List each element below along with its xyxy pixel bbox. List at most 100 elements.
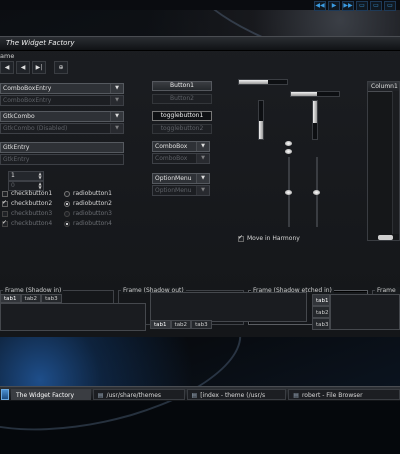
radio[interactable] [64, 190, 70, 197]
gtk-combo-text: GtkCombo [3, 113, 35, 120]
task-label: The Widget Factory [15, 391, 75, 399]
notebook-top-page [0, 303, 146, 331]
toggle-button-1[interactable]: togglebutton1 [152, 111, 212, 121]
scale-knob-2[interactable] [285, 149, 292, 154]
combo-entry[interactable]: ComboBoxEntry ▼ [0, 83, 124, 94]
menu-icon[interactable] [1, 388, 9, 400]
option-menu-text: OptionMenu [155, 175, 192, 182]
radio [64, 210, 70, 217]
radiobutton-1[interactable]: radiobutton1 [64, 190, 112, 197]
radiobutton-label: radiobutton4 [73, 220, 112, 227]
progress-fill [313, 101, 317, 123]
tab-3[interactable]: tab3 [191, 320, 212, 329]
progress-bar-horizontal-2 [290, 91, 340, 97]
checkbutton-label: checkbutton3 [11, 210, 53, 217]
taskbar-item-index-theme[interactable]: ▤ [index - theme (/usr/s [186, 388, 287, 400]
back-icon[interactable]: ◀ [16, 61, 30, 74]
frame-label: Frame (Shadow in) [3, 287, 64, 294]
button-1[interactable]: Button1 [152, 81, 212, 91]
add-icon[interactable]: ⊕ [54, 61, 68, 74]
window-titlebar[interactable]: The Widget Factory [0, 37, 400, 51]
window-title: The Widget Factory [6, 39, 75, 47]
notebook-side-page [330, 294, 400, 330]
spin-value: 0 [11, 182, 15, 189]
tree-view[interactable]: Column1 [367, 81, 400, 241]
progress-bar-horizontal-1 [238, 79, 288, 85]
taskbar-item-themes[interactable]: ▤ /usr/share/themes [92, 388, 185, 400]
widget-factory-window: The Widget Factory ame ◀ ◀ ▶| ⊕ ComboBox… [0, 36, 400, 337]
checkbutton-label: checkbutton2 [11, 200, 53, 207]
checkbutton-label: checkbutton4 [11, 220, 53, 227]
checkbutton-1[interactable]: checkbutton1 [2, 190, 52, 197]
move-in-harmony-label: Move in Harmony [247, 235, 300, 242]
radio [64, 220, 70, 227]
workspace-icon[interactable]: ▭ [370, 1, 382, 11]
top-panel: ◀◀ ▶ ▶▶ ▭ ▭ ▭ [0, 0, 400, 11]
combobox[interactable]: ComboBox ▼ [152, 141, 210, 152]
task-label: /usr/share/themes [106, 391, 162, 399]
tab-3[interactable]: tab3 [41, 294, 62, 303]
chevron-down-icon[interactable]: ▼ [110, 112, 123, 121]
gtk-entry-text: GtkEntry [3, 144, 30, 151]
document-icon: ▤ [191, 391, 198, 399]
radio[interactable] [64, 200, 70, 207]
gtk-combo-disabled-text: GtkCombo (Disabled) [3, 125, 68, 132]
taskbar-item-widget-factory[interactable]: The Widget Factory [10, 388, 91, 400]
gtk-entry[interactable]: GtkEntry [0, 142, 124, 153]
option-menu-disabled: OptionMenu ▼ [152, 185, 210, 196]
tab-2[interactable]: tab2 [20, 294, 42, 303]
workspace-icon[interactable]: ▭ [356, 1, 368, 11]
tab-1[interactable]: tab1 [0, 294, 21, 303]
task-label: [index - theme (/usr/s [200, 391, 266, 399]
chevron-down-icon: ▼ [110, 124, 123, 133]
spin-button[interactable]: 1 ▲ ▼ [8, 171, 44, 181]
frame-label: ame [0, 52, 15, 60]
taskbar: The Widget Factory ▤ /usr/share/themes ▤… [0, 386, 400, 401]
notebook-side-tabs: tab1 tab2 tab3 [312, 294, 330, 330]
play-icon[interactable]: ▶ [328, 1, 340, 11]
horizontal-scrollbar[interactable] [378, 235, 393, 240]
rewind-icon[interactable]: ◀◀ [314, 1, 326, 11]
vscale-knob-2[interactable] [313, 190, 320, 195]
vscale-knob-1[interactable] [285, 190, 292, 195]
combo-entry-text: ComboBoxEntry [3, 85, 52, 92]
chevron-down-icon[interactable]: ▼ [110, 84, 123, 93]
gtk-combo-disabled: GtkCombo (Disabled) ▼ [0, 123, 124, 134]
scale-knob-1[interactable] [285, 141, 292, 146]
checkbox[interactable] [2, 190, 8, 197]
tab-2[interactable]: tab2 [170, 320, 192, 329]
vertical-scrollbar[interactable] [392, 91, 399, 234]
radiobutton-label: radiobutton3 [73, 210, 112, 217]
option-menu[interactable]: OptionMenu ▼ [152, 173, 210, 184]
combo-entry-disabled: ComboBoxEntry ▼ [0, 95, 124, 106]
combobox-disabled: ComboBox ▼ [152, 153, 210, 164]
checkbox[interactable] [2, 199, 8, 207]
combobox-disabled-text: ComboBox [155, 155, 188, 162]
radiobutton-3: radiobutton3 [64, 210, 112, 217]
chevron-down-icon[interactable]: ▼ [196, 174, 209, 183]
gtk-entry-disabled: GtkEntry [0, 154, 124, 165]
taskbar-item-file-browser[interactable]: ▤ robert - File Browser [288, 388, 400, 400]
chevron-down-icon: ▼ [110, 96, 123, 105]
checkbutton-4: checkbutton4 [2, 219, 53, 227]
back-icon[interactable]: ◀ [0, 61, 14, 74]
tab-1[interactable]: tab1 [150, 320, 171, 329]
spin-arrows-icon[interactable]: ▲ ▼ [37, 172, 43, 180]
radiobutton-label: radiobutton1 [73, 190, 112, 197]
radiobutton-4: radiobutton4 [64, 220, 112, 227]
folder-icon: ▤ [293, 391, 299, 399]
skip-icon[interactable]: ▶| [32, 61, 46, 74]
move-in-harmony-toggle[interactable]: Move in Harmony [238, 234, 300, 242]
gtk-combo[interactable]: GtkCombo ▼ [0, 111, 124, 122]
task-label: robert - File Browser [301, 391, 363, 399]
chevron-down-icon[interactable]: ▼ [196, 142, 209, 151]
tab-1[interactable]: tab1 [312, 294, 330, 306]
radiobutton-2[interactable]: radiobutton2 [64, 200, 112, 207]
checkbutton-2[interactable]: checkbutton2 [2, 199, 53, 207]
tab-3[interactable]: tab3 [312, 318, 330, 330]
workspace-icon[interactable]: ▭ [384, 1, 396, 11]
tab-2[interactable]: tab2 [312, 306, 330, 318]
checkbox[interactable] [238, 234, 244, 242]
forward-icon[interactable]: ▶▶ [342, 1, 354, 11]
notebook-top-tabs: tab1 tab2 tab3 [0, 294, 62, 303]
